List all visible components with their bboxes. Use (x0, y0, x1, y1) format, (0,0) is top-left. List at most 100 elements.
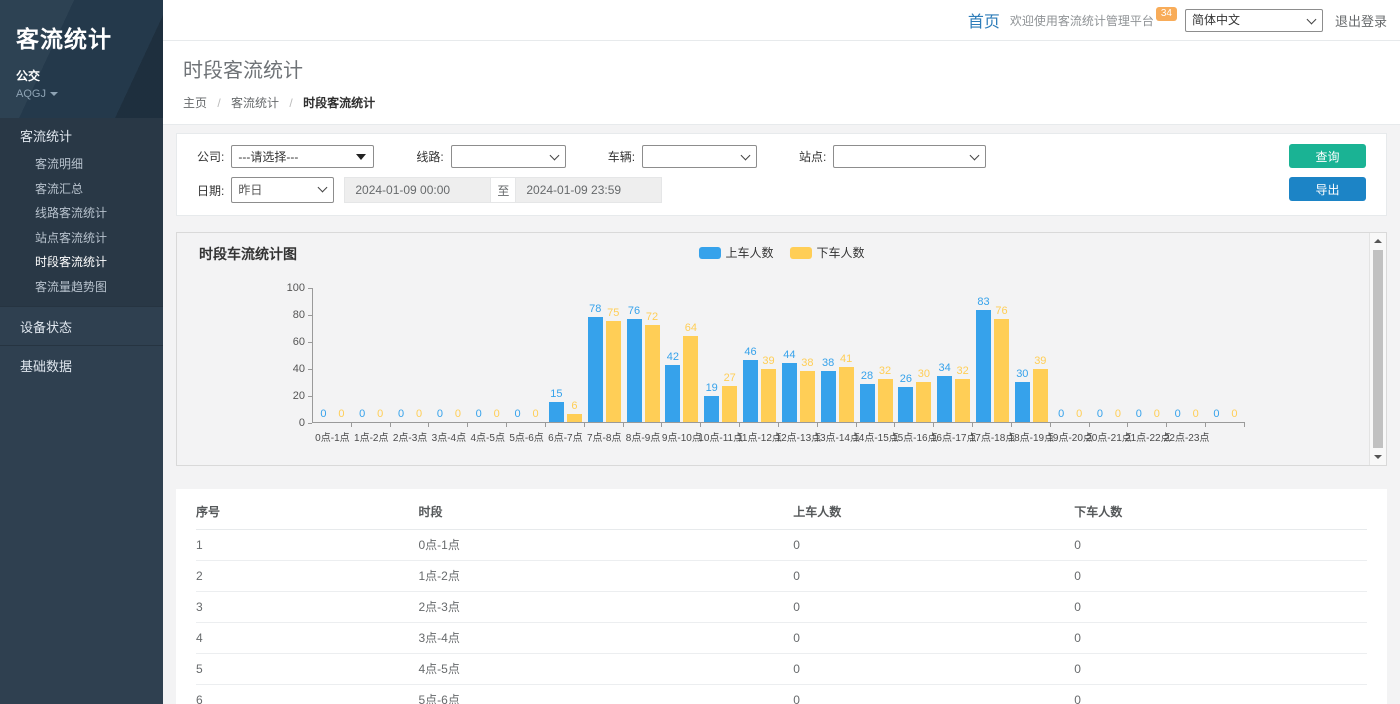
chart-bars: 000点-1点001点-2点002点-3点003点-4点004点-5点005点-… (313, 288, 1245, 422)
sidebar-submenu: 客流明细客流汇总线路客流统计站点客流统计时段客流统计客流量趋势图 (0, 152, 163, 306)
sidebar-item-device-status[interactable]: 设备状态 (0, 306, 163, 345)
col-header-alighting: 下车人数 (1074, 489, 1367, 530)
sidebar-subitem-5[interactable]: 客流量趋势图 (0, 275, 163, 300)
bar-上车人数-17: 83 (976, 310, 991, 422)
bar-下车人数-12: 38 (800, 371, 815, 422)
x-axis-tick-label: 0点-1点 (315, 429, 349, 444)
x-axis-tick-label: 1点-2点 (354, 429, 388, 444)
bar-上车人数-13: 38 (821, 371, 836, 422)
line-select-wrapper (451, 145, 566, 168)
sidebar-subitem-2[interactable]: 线路客流统计 (0, 201, 163, 226)
date-start-input[interactable] (344, 177, 490, 203)
sidebar-subitem-3[interactable]: 站点客流统计 (0, 226, 163, 251)
scrollbar-thumb[interactable] (1373, 250, 1383, 448)
y-axis-tick (308, 342, 312, 343)
bar-value-label: 0 (1213, 409, 1219, 420)
table-header-row: 序号 时段 上车人数 下车人数 (196, 489, 1367, 530)
y-axis-tick (308, 396, 312, 397)
breadcrumb-separator: / (289, 96, 292, 110)
table-cell: 0 (793, 592, 1074, 623)
legend-swatch-boarding (698, 247, 720, 259)
main-area: 首页 欢迎使用客流统计管理平台 34 简体中文 退出登录 时段客流统计 主页 /… (163, 0, 1400, 704)
chart-category-group: 343216点-17点 (934, 288, 973, 422)
bar-value-label: 0 (359, 409, 365, 420)
org-code-dropdown[interactable]: AQGJ (16, 88, 147, 100)
bar-value-label: 39 (1034, 356, 1046, 367)
station-label: 站点: (799, 148, 826, 165)
time-period-table: 序号 时段 上车人数 下车人数 10点-1点0021点-2点0032点-3点00… (196, 489, 1367, 704)
table-cell: 2点-3点 (418, 592, 793, 623)
export-button[interactable]: 导出 (1289, 177, 1366, 201)
company-select[interactable]: ---请选择--- (231, 145, 374, 168)
table-row: 43点-4点00 (196, 623, 1367, 654)
sidebar-subitem-1[interactable]: 客流汇总 (0, 177, 163, 202)
chart-category-group: 443812点-13点 (779, 288, 818, 422)
query-button[interactable]: 查询 (1289, 144, 1366, 168)
sidebar-item-base-data[interactable]: 基础数据 (0, 345, 163, 384)
bar-下车人数-17: 76 (994, 319, 1009, 422)
org-code-label: AQGJ (16, 88, 46, 100)
table-cell: 5点-6点 (418, 685, 793, 704)
sidebar-subitem-0[interactable]: 客流明细 (0, 152, 163, 177)
vehicle-select[interactable] (642, 145, 757, 168)
bar-value-label: 0 (1175, 409, 1181, 420)
bar-value-label: 30 (1016, 369, 1028, 380)
legend-item-boarding[interactable]: 上车人数 (698, 244, 773, 261)
bar-value-label: 0 (1193, 409, 1199, 420)
chart-category-group: 283214点-15点 (857, 288, 896, 422)
notification-badge[interactable]: 34 (1156, 7, 1177, 21)
chart-category-group: 0022点-23点 (1167, 288, 1206, 422)
table-cell: 0 (1074, 530, 1367, 561)
chart-category-group: 78757点-8点 (585, 288, 624, 422)
bar-value-label: 0 (338, 409, 344, 420)
x-axis-tick-label: 3点-4点 (432, 429, 466, 444)
legend-swatch-alighting (790, 247, 812, 259)
date-preset-select[interactable]: 昨日 (231, 177, 334, 203)
x-axis-tick-label: 2点-3点 (393, 429, 427, 444)
bar-上车人数-18: 30 (1015, 382, 1030, 423)
language-select[interactable]: 简体中文 (1185, 9, 1323, 32)
bar-上车人数-10: 19 (704, 396, 719, 422)
chart-category-group: 42649点-10点 (662, 288, 701, 422)
bar-下车人数-14: 32 (878, 379, 893, 422)
bar-value-label: 76 (995, 306, 1007, 317)
home-link[interactable]: 首页 (968, 8, 1000, 32)
table-cell: 0 (793, 654, 1074, 685)
chart-scrollbar[interactable] (1369, 233, 1386, 465)
table-row: 65点-6点00 (196, 685, 1367, 704)
table-cell: 0 (793, 561, 1074, 592)
date-end-input[interactable] (516, 177, 662, 203)
station-select[interactable] (833, 145, 986, 168)
bar-value-label: 41 (840, 354, 852, 365)
bar-value-label: 0 (1058, 409, 1064, 420)
logout-link[interactable]: 退出登录 (1335, 11, 1387, 30)
scroll-up-arrow-icon[interactable] (1370, 233, 1386, 249)
chart-category-group: 1566点-7点 (546, 288, 585, 422)
scroll-down-arrow-icon[interactable] (1370, 449, 1386, 465)
sidebar-item-passenger-stats[interactable]: 客流统计 (0, 118, 163, 152)
bar-value-label: 46 (744, 347, 756, 358)
breadcrumb-home[interactable]: 主页 (183, 96, 207, 110)
line-label: 线路: (416, 148, 443, 165)
chart-category-group: 005点-6点 (507, 288, 546, 422)
breadcrumb-passenger-stats[interactable]: 客流统计 (231, 96, 279, 110)
bar-value-label: 0 (398, 409, 404, 420)
chart-category-group: 0019点-20点 (1051, 288, 1090, 422)
bar-value-label: 64 (685, 323, 697, 334)
y-axis-tick-label: 100 (287, 283, 305, 294)
table-cell: 0 (1074, 654, 1367, 685)
legend-item-alighting[interactable]: 下车人数 (790, 244, 865, 261)
bar-value-label: 28 (861, 371, 873, 382)
chart-plot: 000点-1点001点-2点002点-3点003点-4点004点-5点005点-… (312, 288, 1245, 423)
bar-value-label: 26 (900, 374, 912, 385)
bar-value-label: 44 (783, 350, 795, 361)
filter-panel: 公司: ---请选择--- 线路: 车辆: 站点: (176, 133, 1387, 216)
line-select[interactable] (451, 145, 566, 168)
table-cell: 0 (1074, 561, 1367, 592)
bar-value-label: 0 (514, 409, 520, 420)
x-axis-tick-label: 5点-6点 (509, 429, 543, 444)
sidebar-subitem-4[interactable]: 时段客流统计 (0, 250, 163, 275)
breadcrumb-separator: / (217, 96, 220, 110)
language-select-wrapper: 简体中文 (1185, 9, 1323, 32)
bar-下车人数-8: 72 (645, 325, 660, 422)
